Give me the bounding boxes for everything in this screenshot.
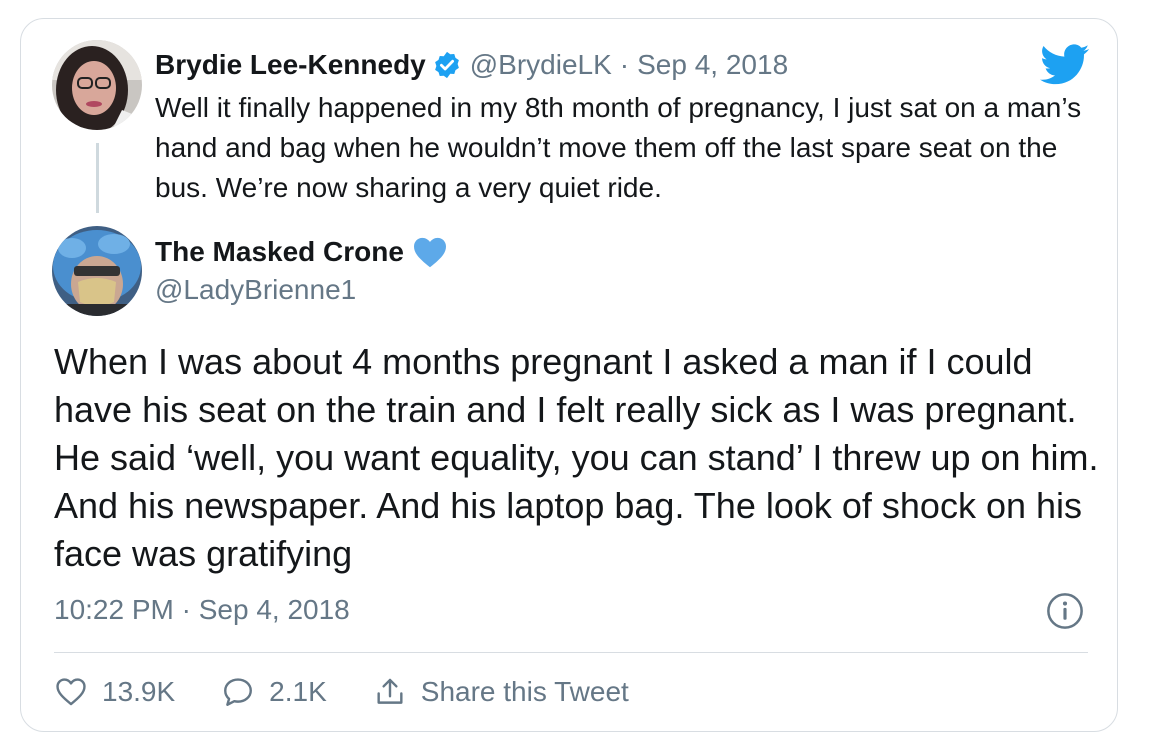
quoted-author-avatar[interactable]	[52, 40, 142, 130]
main-author-handle[interactable]: @LadyBrienne1	[155, 272, 356, 308]
main-tweet-text: When I was about 4 months pregnant I ask…	[54, 341, 1099, 574]
quoted-author-name[interactable]: Brydie Lee-Kennedy	[155, 49, 426, 81]
verified-badge-icon	[432, 50, 462, 80]
actions-divider	[54, 652, 1088, 653]
like-count: 13.9K	[102, 676, 176, 707]
heart-outline-icon	[56, 678, 86, 706]
quoted-author-handle[interactable]: @BrydieLK	[470, 49, 612, 81]
main-author-avatar[interactable]	[52, 226, 142, 316]
tweet-timestamp[interactable]: 10:22 PM · Sep 4, 2018	[54, 592, 350, 628]
main-author-name[interactable]: The Masked Crone	[155, 236, 404, 268]
share-upload-icon	[377, 678, 403, 704]
blue-heart-icon	[412, 236, 448, 268]
quoted-tweet-date[interactable]: Sep 4, 2018	[637, 49, 788, 81]
header-separator: ·	[619, 49, 630, 80]
share-label: Share this Tweet	[420, 676, 629, 707]
twitter-bird-icon[interactable]	[1040, 44, 1090, 86]
quoted-tweet-header: Brydie Lee-Kennedy @BrydieLK · Sep 4, 20…	[155, 45, 788, 85]
tweet-actions-bar: 13.9K 2.1K Share this Tweet	[54, 670, 675, 714]
thread-connector-line	[96, 143, 99, 213]
like-button[interactable]: 13.9K	[54, 675, 175, 709]
quoted-tweet-text: Well it finally happened in my 8th month…	[155, 92, 1082, 203]
info-icon[interactable]	[1046, 592, 1084, 630]
share-button[interactable]: Share this Tweet	[373, 675, 629, 709]
main-tweet-header: The Masked Crone	[155, 232, 448, 272]
speech-bubble-icon	[224, 678, 253, 706]
reply-count: 2.1K	[269, 676, 327, 707]
reply-button[interactable]: 2.1K	[221, 675, 327, 709]
